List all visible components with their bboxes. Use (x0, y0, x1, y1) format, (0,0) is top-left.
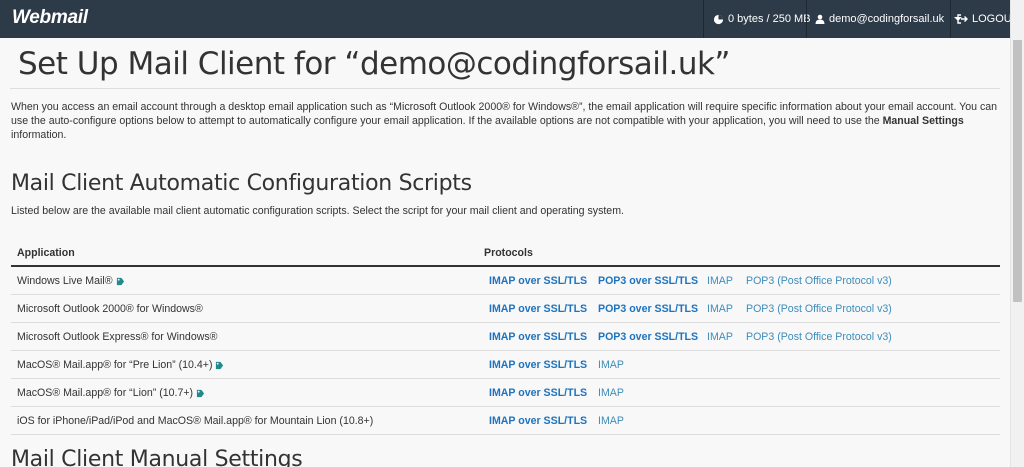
user-icon (815, 14, 825, 24)
title-divider (10, 88, 1000, 89)
pop3-link[interactable]: POP3 (Post Office Protocol v3) (746, 303, 892, 315)
application-name: Microsoft Outlook 2000® for Windows® (17, 303, 203, 315)
imap-ssl-link[interactable]: IMAP over SSL/TLS (489, 275, 587, 287)
table-row: Microsoft Outlook 2000® for Windows® IMA… (11, 295, 1000, 323)
user-menu[interactable]: demo@codingforsail.uk (815, 0, 963, 38)
imap-ssl-link[interactable]: IMAP over SSL/TLS (489, 331, 587, 343)
top-navigation-bar: Webmail 0 bytes / 250 MB demo@codingfors… (0, 0, 1018, 38)
imap-ssl-link[interactable]: IMAP over SSL/TLS (489, 303, 587, 315)
pop3-link[interactable]: POP3 (Post Office Protocol v3) (746, 275, 892, 287)
imap-link[interactable]: IMAP (707, 303, 733, 315)
imap-ssl-link[interactable]: IMAP over SSL/TLS (489, 415, 587, 427)
application-name: Microsoft Outlook Express® for Windows® (17, 331, 217, 343)
imap-link[interactable]: IMAP (707, 331, 733, 343)
table-row: MacOS® Mail.app® for “Pre Lion” (10.4+) … (11, 351, 1000, 379)
user-email: demo@codingforsail.uk (829, 13, 945, 25)
intro-text: When you access an email account through… (11, 101, 998, 127)
manual-settings-heading: Mail Client Manual Settings (11, 447, 303, 467)
pop3-link[interactable]: POP3 (Post Office Protocol v3) (746, 331, 892, 343)
vertical-scrollbar[interactable] (1010, 0, 1024, 467)
disk-quota[interactable]: 0 bytes / 250 MB (713, 0, 811, 38)
imap-link[interactable]: IMAP (598, 359, 624, 371)
imap-ssl-link[interactable]: IMAP over SSL/TLS (489, 359, 587, 371)
manual-settings-reference: Manual Settings (882, 115, 964, 127)
application-name: Windows Live Mail® (17, 275, 125, 287)
application-name: iOS for iPhone/iPad/iPod and MacOS® Mail… (17, 415, 373, 427)
application-label: iOS for iPhone/iPad/iPod and MacOS® Mail… (17, 415, 374, 427)
auto-config-heading: Mail Client Automatic Configuration Scri… (11, 171, 472, 196)
table-row: Windows Live Mail® IMAP over SSL/TLS POP… (11, 267, 1000, 295)
tag-icon[interactable] (116, 277, 125, 286)
application-name: MacOS® Mail.app® for “Lion” (10.7+) (17, 387, 205, 399)
table-header: Application Protocols (11, 242, 1000, 267)
tag-icon[interactable] (196, 389, 205, 398)
pop3-ssl-link[interactable]: POP3 over SSL/TLS (598, 303, 698, 315)
application-label: MacOS® Mail.app® for “Pre Lion” (10.4+) (17, 359, 213, 371)
intro-paragraph: When you access an email account through… (11, 100, 1001, 142)
column-header-application: Application (17, 247, 75, 259)
imap-link[interactable]: IMAP (707, 275, 733, 287)
page-title: Set Up Mail Client for “demo@codingforsa… (18, 46, 731, 82)
tag-icon[interactable] (215, 361, 224, 370)
column-header-protocols: Protocols (484, 247, 533, 259)
table-row: MacOS® Mail.app® for “Lion” (10.7+) IMAP… (11, 379, 1000, 407)
webmail-logo[interactable]: Webmail (12, 7, 88, 29)
auto-config-description: Listed below are the available mail clie… (11, 205, 624, 217)
table-row: Microsoft Outlook Express® for Windows® … (11, 323, 1000, 351)
config-scripts-table: Application Protocols Windows Live Mail®… (11, 242, 1000, 435)
disk-quota-text: 0 bytes / 250 MB (728, 13, 811, 25)
topbar-divider (703, 0, 704, 38)
scrollbar-thumb[interactable] (1013, 40, 1022, 302)
application-label: Windows Live Mail® (17, 275, 113, 287)
application-label: Microsoft Outlook Express® for Windows® (17, 331, 218, 343)
imap-ssl-link[interactable]: IMAP over SSL/TLS (489, 387, 587, 399)
pop3-ssl-link[interactable]: POP3 over SSL/TLS (598, 275, 698, 287)
table-row: iOS for iPhone/iPad/iPod and MacOS® Mail… (11, 407, 1000, 435)
application-name: MacOS® Mail.app® for “Pre Lion” (10.4+) (17, 359, 224, 371)
application-label: MacOS® Mail.app® for “Lion” (10.7+) (17, 387, 194, 399)
logout-icon (957, 14, 968, 24)
topbar-divider (806, 0, 807, 38)
imap-link[interactable]: IMAP (598, 415, 624, 427)
pie-chart-icon (713, 14, 724, 24)
imap-link[interactable]: IMAP (598, 387, 624, 399)
application-label: Microsoft Outlook 2000® for Windows® (17, 303, 203, 315)
intro-text-end: information. (11, 129, 67, 141)
topbar-divider (950, 0, 951, 38)
pop3-ssl-link[interactable]: POP3 over SSL/TLS (598, 331, 698, 343)
